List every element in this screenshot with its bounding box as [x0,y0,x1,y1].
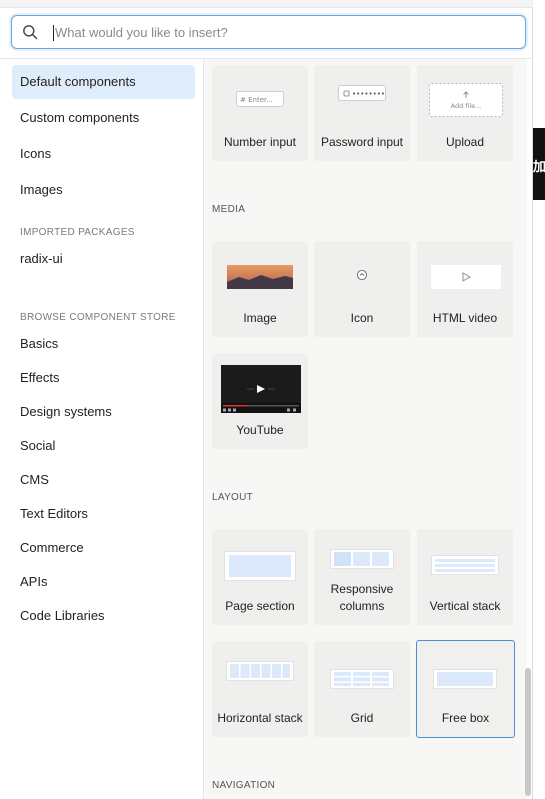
youtube-thumbnail [221,365,301,413]
sidebar-item-label: Text Editors [20,506,88,521]
number-input-thumbnail: # Enter... [236,91,284,107]
background-fragment-text: 加 [533,159,545,174]
responsive-columns-thumbnail [330,549,394,569]
sidebar-item-radix-ui[interactable]: radix-ui [12,242,195,276]
card-password-input[interactable]: •••••••• Password input [314,65,410,161]
content-scrollbar[interactable] [525,668,531,796]
card-label: Number input [223,135,297,149]
sidebar-item-design-systems[interactable]: Design systems [12,395,195,429]
page-section-thumbnail [224,551,296,581]
insert-panel: Default components Custom components Ico… [0,0,533,799]
sidebar-item-label: Icons [20,146,52,161]
card-responsive-columns[interactable]: Responsive columns [314,529,410,625]
card-horizontal-stack[interactable]: Horizontal stack [212,641,308,737]
card-label: Vertical stack [429,599,501,613]
card-label: Page section [225,599,295,613]
text-caret [53,25,54,41]
sidebar-item-label: Social [20,438,56,453]
password-input-thumbnail: •••••••• [338,85,386,101]
svg-text:••••••••: •••••••• [352,90,385,98]
navigation-heading: NAVIGATION [212,780,276,791]
sidebar-item-label: APIs [20,574,48,589]
free-box-thumbnail [433,669,497,689]
component-grid: # Enter... Number input •••••••• Passwor… [204,59,527,799]
card-grid[interactable]: Grid [314,641,410,737]
card-image[interactable]: Image [212,241,308,337]
sidebar-item-social[interactable]: Social [12,429,195,463]
vertical-stack-thumbnail [431,555,499,575]
media-heading: MEDIA [212,204,246,215]
component-store-heading: BROWSE COMPONENT STORE [20,312,176,323]
card-label: Icon [350,311,374,325]
svg-text:# Enter...: # Enter... [240,96,273,104]
card-label: Responsive columns [330,582,394,613]
search-box[interactable] [11,15,526,49]
sidebar-item-label: Effects [20,370,60,385]
sidebar-item-text-editors[interactable]: Text Editors [12,497,195,531]
card-label: Free box [441,711,490,725]
card-upload[interactable]: Add file... Upload [417,65,513,161]
background-window: 加 [533,0,545,799]
search-icon [23,25,38,40]
horizontal-stack-thumbnail [226,661,294,681]
card-html-video[interactable]: HTML video [417,241,513,337]
sidebar-item-apis[interactable]: APIs [12,565,195,599]
sidebar-item-default-components[interactable]: Default components [12,65,195,99]
sidebar-item-label: Design systems [20,404,112,419]
card-youtube[interactable]: YouTube [212,353,308,449]
sidebar-item-icons[interactable]: Icons [12,137,195,171]
sidebar-item-label: Default components [20,74,136,89]
category-sidebar: Default components Custom components Ico… [0,59,203,799]
sidebar-item-cms[interactable]: CMS [12,463,195,497]
sidebar-item-custom-components[interactable]: Custom components [12,101,195,135]
card-icon[interactable]: Icon [314,241,410,337]
card-label: YouTube [236,423,284,437]
panel-top-strip [0,0,533,8]
grid-thumbnail [330,669,394,689]
layout-heading: LAYOUT [212,492,254,503]
card-page-section[interactable]: Page section [212,529,308,625]
sidebar-item-label: Images [20,182,63,197]
upload-thumbnail: Add file... [429,83,503,117]
card-label: Image [243,311,277,325]
icon-thumbnail-icon [356,269,368,281]
card-label: Upload [445,135,485,149]
sidebar-item-label: radix-ui [20,251,63,266]
card-label: HTML video [432,311,498,325]
card-vertical-stack[interactable]: Vertical stack [417,529,513,625]
background-banner: 加 [533,128,545,200]
svg-text:Add file...: Add file... [451,102,482,110]
card-number-input[interactable]: # Enter... Number input [212,65,308,161]
sidebar-item-label: CMS [20,472,49,487]
sidebar-item-commerce[interactable]: Commerce [12,531,195,565]
card-label: Horizontal stack [217,711,303,725]
sidebar-item-label: Commerce [20,540,84,555]
sidebar-item-effects[interactable]: Effects [12,361,195,395]
sidebar-item-label: Basics [20,336,59,351]
sidebar-item-label: Custom components [20,110,140,125]
sidebar-item-basics[interactable]: Basics [12,327,195,361]
image-thumbnail [227,265,293,289]
sidebar-item-images[interactable]: Images [12,173,195,207]
sidebar-item-code-libraries[interactable]: Code Libraries [12,599,195,633]
card-label: Password input [320,135,404,149]
search-input[interactable] [55,22,495,42]
html-video-thumbnail [431,265,501,289]
card-label: Grid [350,711,374,725]
card-free-box[interactable]: Free box [416,640,515,738]
sidebar-item-label: Code Libraries [20,608,105,623]
imported-packages-heading: IMPORTED PACKAGES [20,227,135,238]
